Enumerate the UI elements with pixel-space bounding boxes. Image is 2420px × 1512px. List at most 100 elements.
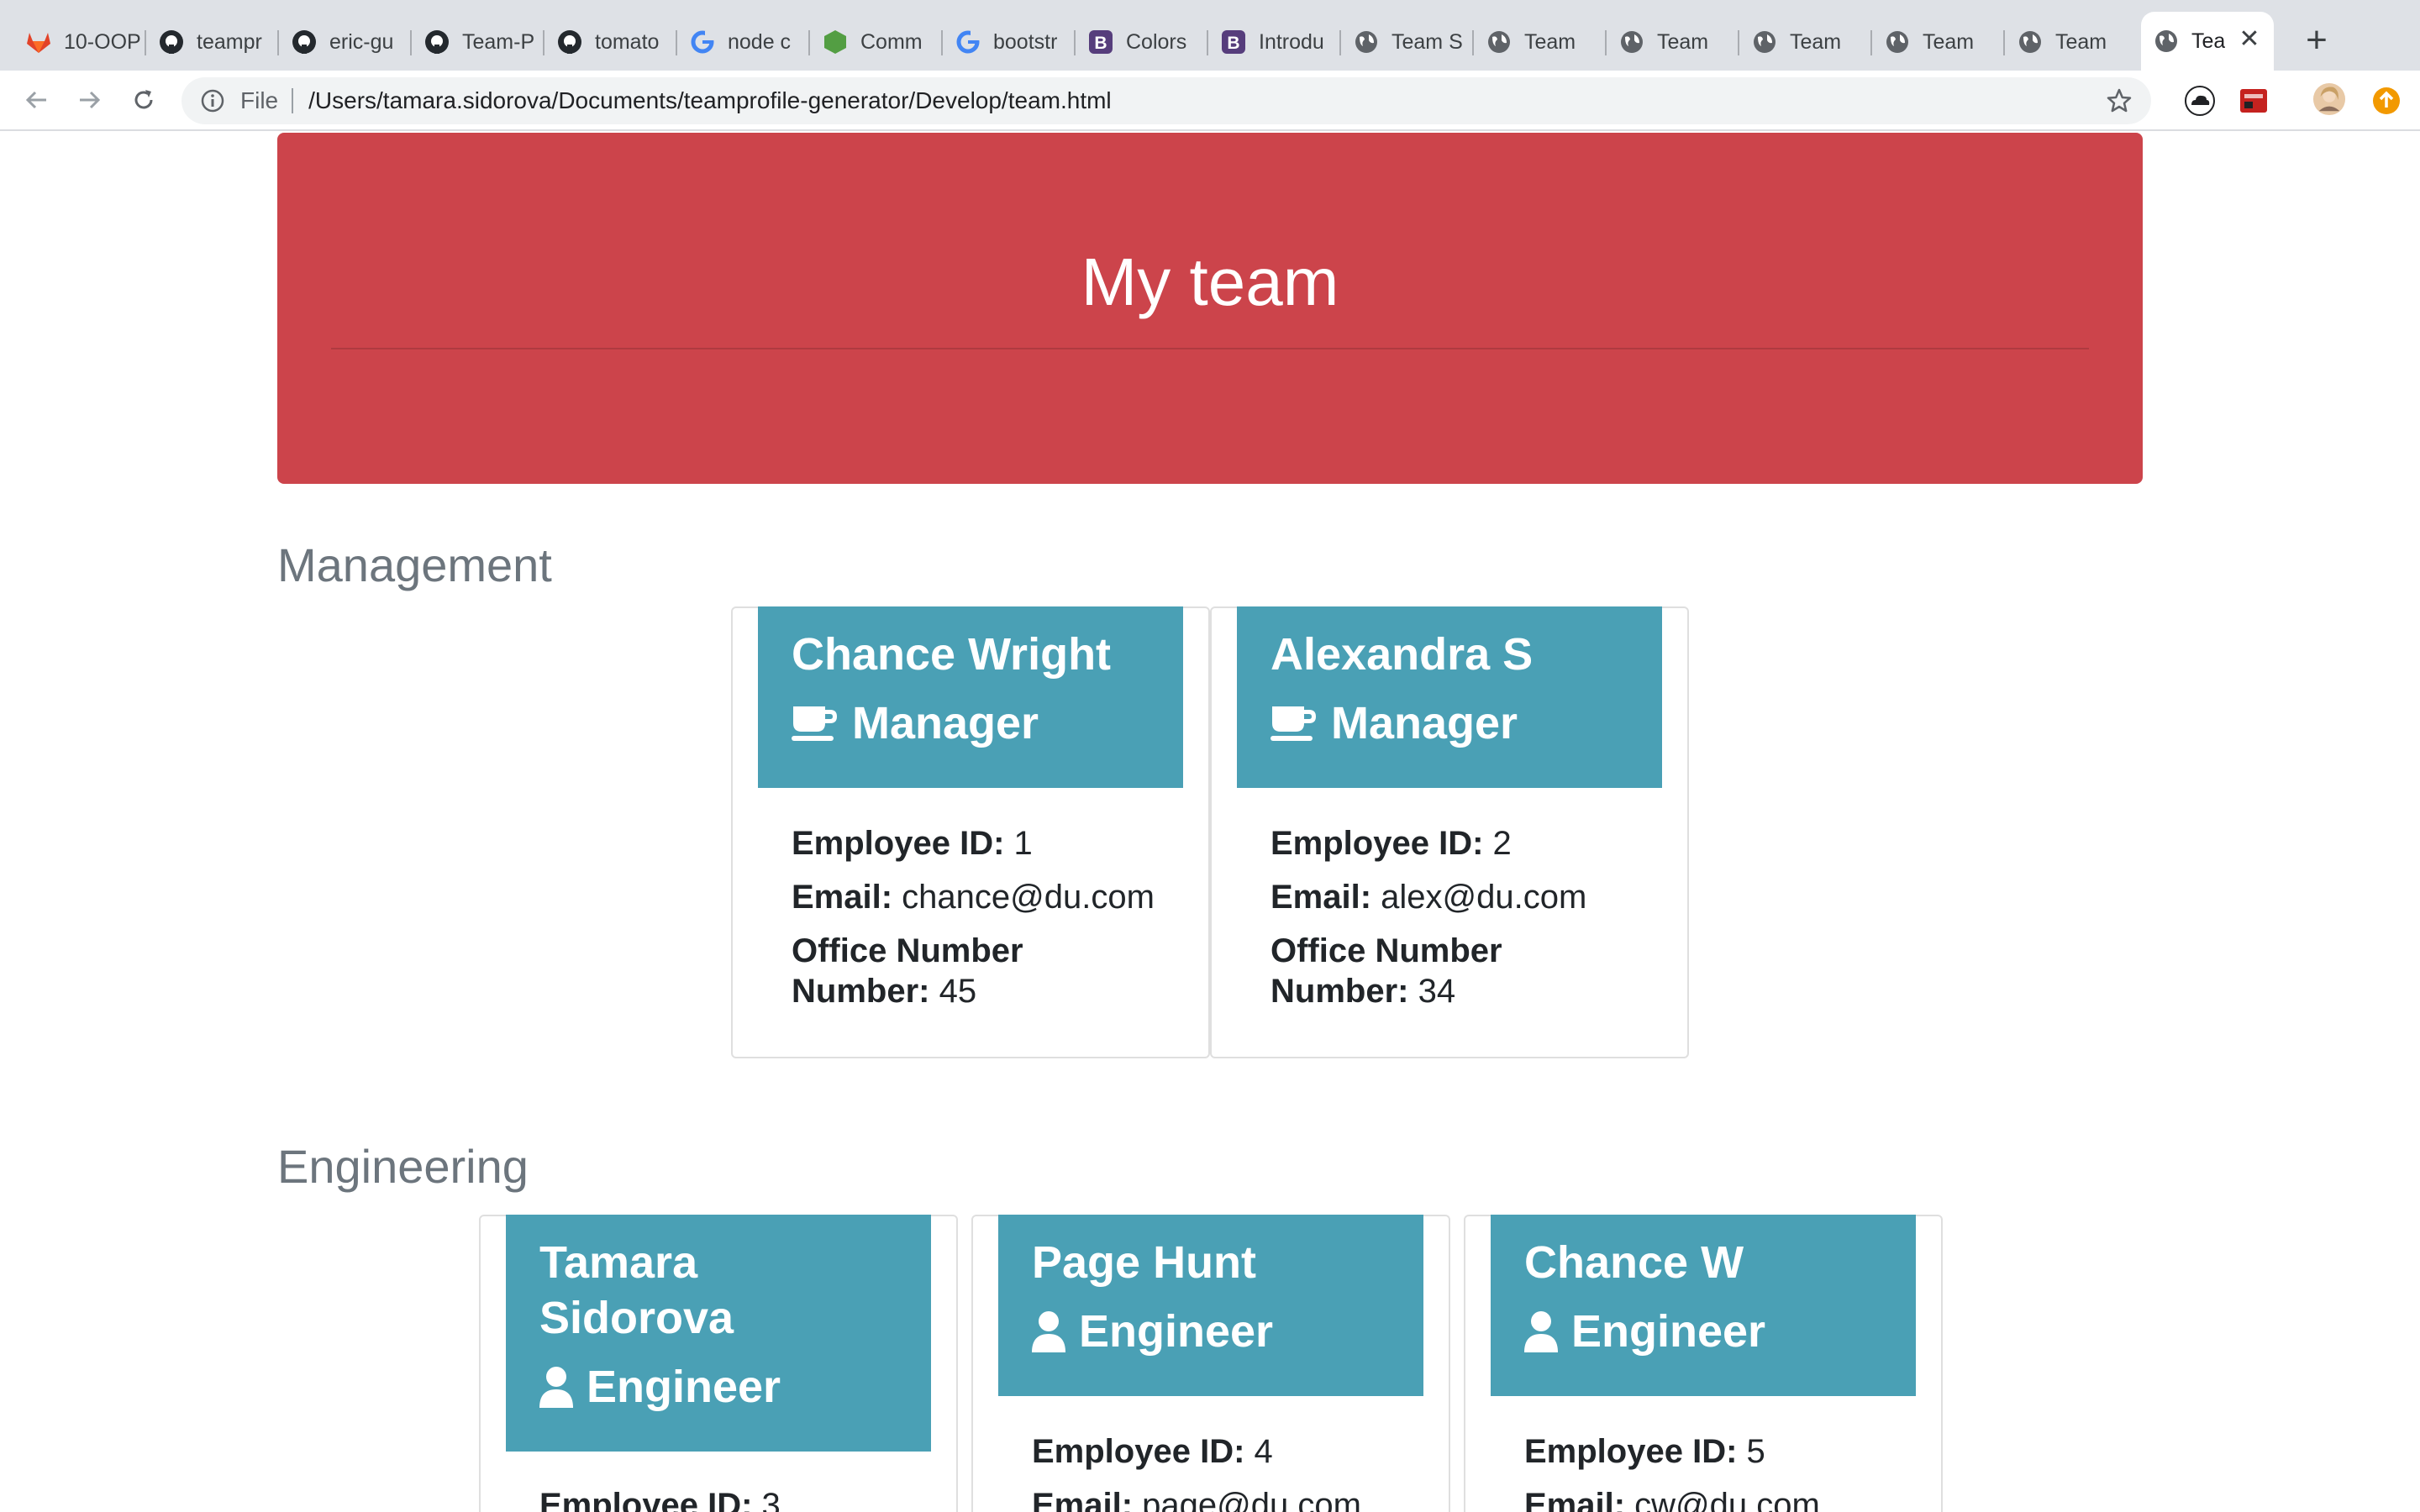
browser-tab[interactable]: Team bbox=[1474, 18, 1607, 66]
email-label: Email: bbox=[1270, 879, 1372, 916]
reload-button[interactable] bbox=[123, 79, 165, 121]
employee-role: Manager bbox=[792, 696, 1150, 751]
browser-tab[interactable]: Team bbox=[2005, 18, 2138, 66]
employee-role: Manager bbox=[1270, 696, 1628, 751]
tab-title: Team bbox=[1524, 29, 1576, 54]
url-text[interactable]: /Users/tamara.sidorova/Documents/teampro… bbox=[308, 87, 1112, 114]
browser-tab[interactable]: bootstr bbox=[943, 18, 1076, 66]
globe-icon bbox=[1353, 29, 1380, 55]
employee-id-value: 1 bbox=[1013, 825, 1033, 862]
back-button[interactable] bbox=[15, 79, 57, 121]
new-tab-button[interactable]: + bbox=[2298, 22, 2335, 60]
employee-name: Tamara Sidorova bbox=[539, 1237, 734, 1343]
bootstrap-icon: B bbox=[1087, 29, 1114, 55]
email-value[interactable]: cw@du.com bbox=[1634, 1487, 1820, 1512]
browser-tab[interactable]: tomato bbox=[544, 18, 677, 66]
hero-banner: My team bbox=[277, 133, 2143, 484]
browser-tab[interactable]: B Colors bbox=[1076, 18, 1208, 66]
tab-title: teampr bbox=[197, 29, 262, 54]
card-body: Employee ID: 5 Email: cw@du.com bbox=[1524, 1431, 1916, 1512]
employee-id-value: 5 bbox=[1746, 1433, 1765, 1470]
employee-id-line: Employee ID: 5 bbox=[1524, 1431, 1916, 1472]
browser-tab[interactable]: B Introdu bbox=[1208, 18, 1341, 66]
github-icon bbox=[556, 29, 583, 55]
avatar[interactable] bbox=[2312, 82, 2346, 116]
office-number-value: 45 bbox=[939, 973, 977, 1010]
employee-card: Page Hunt Engineer Employee ID: 4 Email:… bbox=[971, 1215, 1450, 1512]
card-body: Employee ID: 3 bbox=[539, 1485, 931, 1512]
tab-title: Introdu bbox=[1259, 29, 1324, 54]
browser-tab[interactable]: node c bbox=[677, 18, 810, 66]
office-number-value: 34 bbox=[1418, 973, 1456, 1010]
cloud-extension-icon[interactable] bbox=[2183, 84, 2217, 118]
employee-card: Chance Wright Manager Employee ID: 1 Ema… bbox=[731, 606, 1210, 1058]
bookmark-star-icon[interactable] bbox=[2106, 87, 2133, 114]
office-number-line: Office Number Number: 45 bbox=[792, 931, 1094, 1011]
bootstrap-icon: B bbox=[1220, 29, 1247, 55]
coffee-mug-icon bbox=[1270, 701, 1321, 745]
browser-tab[interactable]: Team-P bbox=[412, 18, 544, 66]
email-label: Email: bbox=[1524, 1487, 1626, 1512]
email-value[interactable]: alex@du.com bbox=[1381, 879, 1586, 916]
svg-text:B: B bbox=[1094, 34, 1107, 53]
close-icon[interactable]: ✕ bbox=[2237, 27, 2262, 52]
email-line: Email: page@du.com bbox=[1032, 1485, 1423, 1512]
browser-tab-active[interactable]: Tea ✕ bbox=[2141, 12, 2274, 71]
globe-icon bbox=[1884, 29, 1911, 55]
nodejs-icon bbox=[822, 29, 849, 55]
card-body: Employee ID: 1 Email: chance@du.com Offi… bbox=[792, 823, 1183, 1025]
svg-text:B: B bbox=[1227, 34, 1239, 53]
employee-card: Chance W Engineer Employee ID: 5 Email: … bbox=[1464, 1215, 1943, 1512]
employee-name: Page Hunt bbox=[1032, 1237, 1257, 1288]
role-label: Engineer bbox=[587, 1362, 781, 1412]
employee-id-line: Employee ID: 2 bbox=[1270, 823, 1662, 864]
github-icon bbox=[424, 29, 450, 55]
info-icon bbox=[201, 89, 224, 113]
email-value[interactable]: page@du.com bbox=[1142, 1487, 1361, 1512]
email-value[interactable]: chance@du.com bbox=[902, 879, 1155, 916]
card-header: Page Hunt Engineer bbox=[998, 1215, 1423, 1396]
reload-icon bbox=[134, 90, 153, 109]
google-icon bbox=[689, 29, 716, 55]
browser-tab[interactable]: teampr bbox=[146, 18, 279, 66]
card-header: Chance W Engineer bbox=[1491, 1215, 1916, 1396]
url-scheme-label: File bbox=[240, 87, 279, 113]
card-header: Alexandra S Manager bbox=[1237, 606, 1662, 788]
extension-icon[interactable] bbox=[2237, 84, 2270, 118]
forward-button[interactable] bbox=[69, 79, 111, 121]
user-icon bbox=[1032, 1310, 1069, 1353]
globe-icon bbox=[2153, 28, 2180, 55]
update-indicator-icon[interactable] bbox=[2370, 84, 2403, 118]
tab-title: Team bbox=[2055, 29, 2107, 54]
browser-tab[interactable]: eric-gu bbox=[279, 18, 412, 66]
employee-id-label: Employee ID: bbox=[539, 1487, 753, 1512]
browser-tab[interactable]: Team S bbox=[1341, 18, 1474, 66]
employee-role: Engineer bbox=[1524, 1304, 1882, 1359]
engineering-section-title: Engineering bbox=[277, 1140, 529, 1193]
browser-tab[interactable]: Team bbox=[1607, 18, 1739, 66]
employee-id-line: Employee ID: 4 bbox=[1032, 1431, 1423, 1472]
employee-id-label: Employee ID: bbox=[1270, 825, 1484, 862]
card-header: Chance Wright Manager bbox=[758, 606, 1183, 788]
email-line: Email: cw@du.com bbox=[1524, 1485, 1916, 1512]
tab-title: eric-gu bbox=[329, 29, 394, 54]
browser-tab[interactable]: Team bbox=[1872, 18, 2005, 66]
tab-title: Team bbox=[1923, 29, 1975, 54]
employee-name: Alexandra S bbox=[1270, 629, 1534, 680]
employee-role: Engineer bbox=[1032, 1304, 1390, 1359]
tab-title: Team bbox=[1790, 29, 1842, 54]
employee-role: Engineer bbox=[539, 1359, 897, 1415]
address-bar[interactable]: File /Users/tamara.sidorova/Documents/te… bbox=[182, 77, 2151, 124]
role-label: Engineer bbox=[1571, 1306, 1766, 1357]
card-body: Employee ID: 2 Email: alex@du.com Office… bbox=[1270, 823, 1662, 1025]
coffee-mug-icon bbox=[792, 701, 842, 745]
tab-title: Team S bbox=[1392, 29, 1463, 54]
browser-tab[interactable]: Comm bbox=[810, 18, 943, 66]
browser-tab[interactable]: Team bbox=[1739, 18, 1872, 66]
office-number-line: Office Number Number: 34 bbox=[1270, 931, 1573, 1011]
employee-card: Tamara Sidorova Engineer Employee ID: 3 bbox=[479, 1215, 958, 1512]
tab-strip: 10-OOP teampr eric-gu Team-P tomato node… bbox=[0, 0, 2420, 71]
browser-tab[interactable]: 10-OOP bbox=[13, 18, 146, 66]
role-label: Manager bbox=[1331, 698, 1518, 748]
role-label: Manager bbox=[852, 698, 1039, 748]
